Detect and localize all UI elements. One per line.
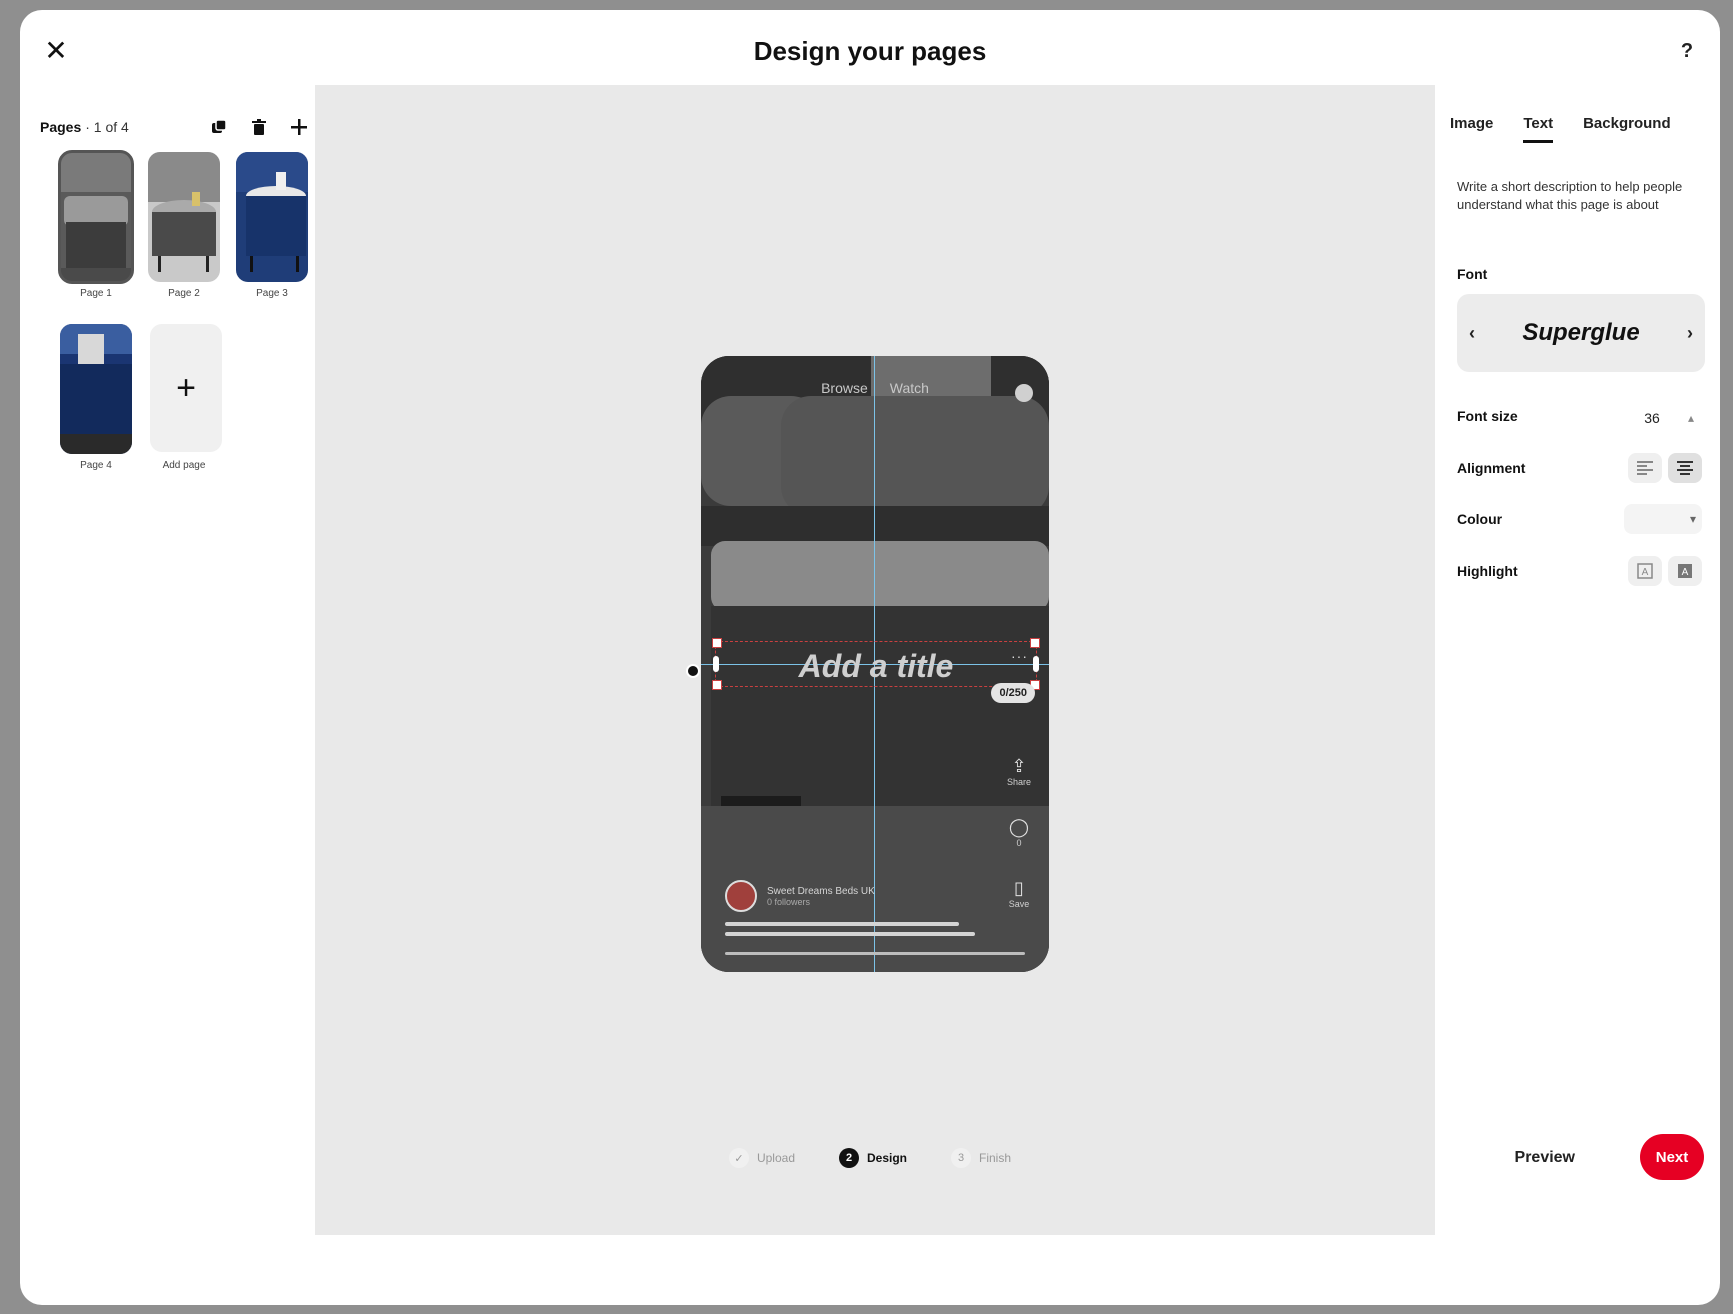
pin-actions: ⇪ Share ◯ 0 ▯ Save xyxy=(1003,756,1035,909)
progress-steps: ✓ Upload 2 Design 3 Finish xyxy=(20,1148,1720,1168)
design-modal: ✕ Design your pages ? Pages · 1 of 4 Pag… xyxy=(20,10,1720,1305)
highlight-on-button[interactable]: A xyxy=(1668,556,1702,586)
property-tabs: Image Text Background xyxy=(1450,115,1671,143)
share-button[interactable]: ⇪ Share xyxy=(1007,756,1031,787)
alignment-control xyxy=(1628,453,1702,483)
highlight-label: Highlight xyxy=(1457,563,1518,579)
add-page-button[interactable]: + xyxy=(150,324,222,452)
preview-button[interactable]: Preview xyxy=(1505,1138,1585,1178)
pages-header: Pages · 1 of 4 xyxy=(40,112,312,142)
page-thumbnail-2[interactable] xyxy=(148,152,220,282)
caption-placeholder-line xyxy=(725,922,959,926)
comment-button[interactable]: ◯ 0 xyxy=(1009,817,1029,848)
comment-icon: ◯ xyxy=(1008,817,1030,838)
share-icon: ⇪ xyxy=(1011,756,1027,777)
page-title: Design your pages xyxy=(753,36,987,66)
title-placeholder[interactable]: Add a title xyxy=(716,648,1036,685)
avatar xyxy=(725,880,757,912)
next-button[interactable]: Next xyxy=(1640,1134,1704,1180)
font-size-label: Font size xyxy=(1457,408,1518,424)
chevron-right-icon[interactable]: › xyxy=(1675,323,1705,344)
resize-handle[interactable] xyxy=(1030,638,1040,648)
rotate-handle[interactable] xyxy=(686,664,700,678)
comment-count: 0 xyxy=(1016,838,1022,848)
page-thumbnail-label: Page 2 xyxy=(168,288,200,299)
trash-icon[interactable] xyxy=(246,114,272,140)
caption-placeholder-line xyxy=(725,932,975,936)
tab-watch[interactable]: Watch xyxy=(890,380,929,396)
highlight-control: A A xyxy=(1628,556,1702,586)
colour-control: ▾ xyxy=(1624,504,1702,534)
font-label: Font xyxy=(1457,266,1488,282)
svg-text:A: A xyxy=(1642,567,1649,578)
tab-browse[interactable]: Browse xyxy=(821,380,868,396)
font-size-control: ▴ xyxy=(1630,402,1702,434)
help-icon[interactable]: ? xyxy=(1672,36,1702,66)
step-design[interactable]: 2 Design xyxy=(839,1148,907,1168)
creator-info: Sweet Dreams Beds UK 0 followers xyxy=(725,880,875,912)
page-thumbnail-4[interactable] xyxy=(60,324,132,454)
step-number: 2 xyxy=(839,1148,859,1168)
tab-background[interactable]: Background xyxy=(1583,115,1671,143)
highlight-off-icon: A xyxy=(1637,563,1653,579)
page-thumbnail-1[interactable] xyxy=(58,150,134,284)
step-label: Design xyxy=(867,1151,908,1165)
align-center-icon xyxy=(1677,461,1693,475)
pages-label: Pages xyxy=(40,119,82,135)
pages-count: · 1 of 4 xyxy=(85,119,129,135)
step-label: Finish xyxy=(979,1151,1012,1165)
align-left-icon xyxy=(1637,461,1653,475)
tab-image[interactable]: Image xyxy=(1450,115,1493,143)
page-thumbnail-3[interactable] xyxy=(236,152,308,282)
plus-icon: + xyxy=(176,368,196,407)
save-icon: ▯ xyxy=(1014,878,1024,899)
plus-icon[interactable] xyxy=(286,114,312,140)
save-button[interactable]: ▯ Save xyxy=(1009,878,1030,909)
font-name: Superglue xyxy=(1522,319,1640,346)
align-center-button[interactable] xyxy=(1668,453,1702,483)
colour-select[interactable]: ▾ xyxy=(1624,504,1702,534)
share-label: Share xyxy=(1006,777,1032,787)
design-canvas: Browse Watch Add a title ··· 0/250 ⇪ Sha… xyxy=(315,85,1435,1235)
creator-followers: 0 followers xyxy=(767,896,811,907)
add-page-label: Add page xyxy=(162,460,206,471)
font-size-stepper-icon[interactable]: ▴ xyxy=(1680,403,1702,433)
title-text-box[interactable]: Add a title ··· xyxy=(712,638,1040,690)
svg-text:A: A xyxy=(1682,567,1689,578)
step-label: Upload xyxy=(756,1151,795,1165)
save-label: Save xyxy=(1008,899,1030,909)
tab-text[interactable]: Text xyxy=(1523,115,1554,143)
step-upload[interactable]: ✓ Upload xyxy=(728,1148,795,1168)
pin-tabs: Browse Watch xyxy=(701,380,1049,396)
font-picker: ‹ Superglue › xyxy=(1457,294,1705,372)
progress-line xyxy=(725,952,1025,955)
resize-handle[interactable] xyxy=(712,680,722,690)
page-thumbnail-label: Page 3 xyxy=(256,288,288,299)
font-size-input[interactable] xyxy=(1630,402,1674,434)
align-left-button[interactable] xyxy=(1628,453,1662,483)
check-icon: ✓ xyxy=(728,1148,749,1168)
chat-icon xyxy=(1015,384,1033,402)
creator-name: Sweet Dreams Beds UK xyxy=(767,885,875,897)
step-number: 3 xyxy=(951,1148,972,1168)
chevron-down-icon: ▾ xyxy=(1689,512,1696,526)
page-thumbnail-label: Page 4 xyxy=(80,460,112,471)
alignment-label: Alignment xyxy=(1457,460,1526,476)
resize-handle[interactable] xyxy=(712,638,722,648)
chevron-left-icon[interactable]: ‹ xyxy=(1457,323,1487,344)
resize-handle-right[interactable] xyxy=(1033,656,1039,672)
colour-label: Colour xyxy=(1457,511,1503,527)
highlight-on-icon: A xyxy=(1678,564,1692,578)
more-icon[interactable]: ··· xyxy=(1011,648,1028,664)
pin-preview[interactable]: Browse Watch Add a title ··· 0/250 ⇪ Sha… xyxy=(701,356,1049,972)
step-finish[interactable]: 3 Finish xyxy=(951,1148,1011,1168)
pages-toolbar xyxy=(206,114,312,140)
text-hint: Write a short description to help people… xyxy=(1457,179,1683,212)
highlight-off-button[interactable]: A xyxy=(1628,556,1662,586)
resize-handle-left[interactable] xyxy=(713,656,719,672)
character-count: 0/250 xyxy=(991,683,1035,703)
duplicate-icon[interactable] xyxy=(206,114,232,140)
page-thumbnail-label: Page 1 xyxy=(80,288,112,299)
